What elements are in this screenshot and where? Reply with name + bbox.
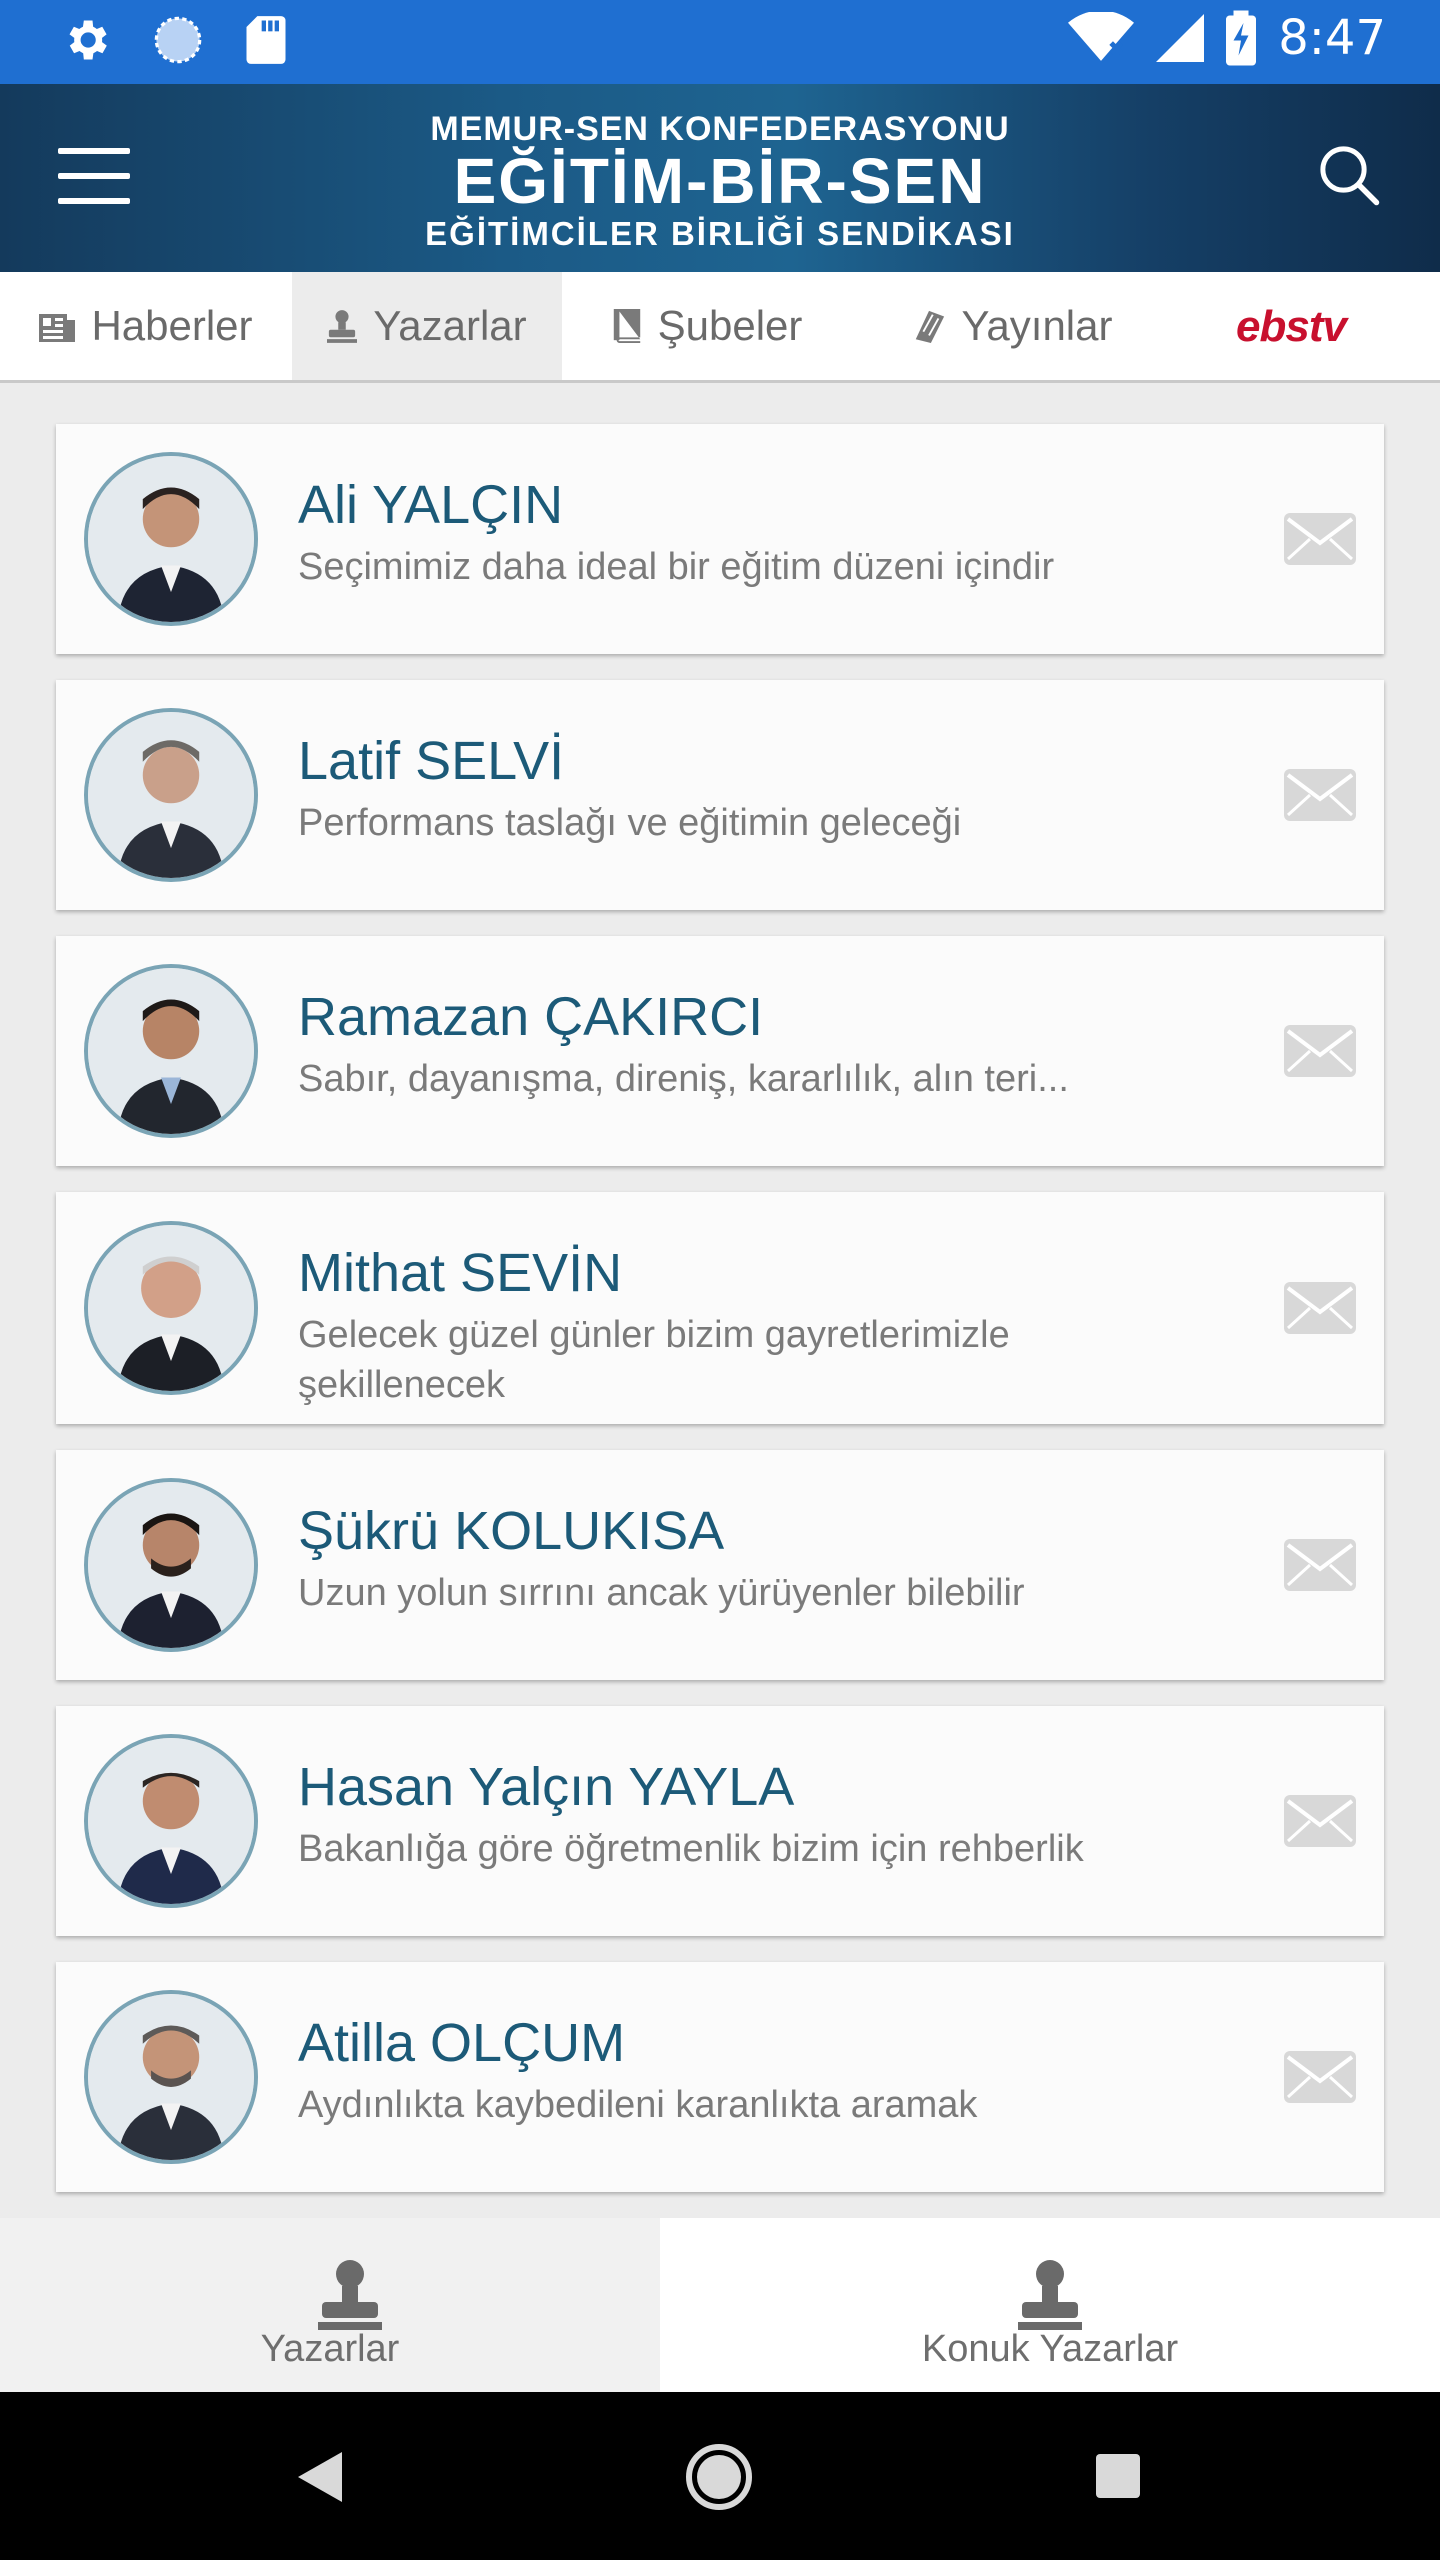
back-icon[interactable]	[298, 2452, 342, 2502]
battery-charging-icon	[1226, 10, 1257, 66]
brand-logo: MEMUR-SEN KONFEDERASYONU EĞİTİM-BİR-SEN …	[0, 110, 1440, 254]
author-card[interactable]: Ramazan ÇAKIRCI Sabır, dayanışma, direni…	[56, 936, 1384, 1166]
author-card[interactable]: Hasan Yalçın YAYLA Bakanlığa göre öğretm…	[56, 1706, 1384, 1936]
author-name: Mithat SEVİN	[298, 1243, 623, 1303]
tab-label-yayinlar: Yayınlar	[961, 302, 1113, 349]
envelope-icon[interactable]	[1284, 769, 1356, 821]
tab-label-haberler: Haberler	[91, 302, 253, 349]
brand-line-3: EĞİTİMCİLER BİRLİĞİ SENDİKASI	[425, 215, 1015, 252]
author-name: Atilla OLÇUM	[298, 2013, 626, 2073]
author-avatar	[84, 964, 258, 1138]
envelope-icon[interactable]	[1284, 2051, 1356, 2103]
author-quote: Seçimimiz daha ideal bir eğitim düzeni i…	[298, 546, 1055, 588]
author-avatar	[84, 1221, 258, 1395]
status-bar: 8:47	[0, 0, 1440, 84]
author-quote: Aydınlıkta kaybedileni karanlıkta aramak	[298, 2084, 978, 2126]
author-quote: Bakanlığa göre öğretmenlik bizim için re…	[298, 1828, 1084, 1870]
author-list: Ali YALÇIN Seçimimiz daha ideal bir eğit…	[56, 424, 1384, 2218]
tab-label-yazarlar: Yazarlar	[373, 302, 527, 349]
author-avatar	[84, 1478, 258, 1652]
envelope-icon[interactable]	[1284, 513, 1356, 565]
author-quote: Uzun yolun sırrını ancak yürüyenler bile…	[298, 1572, 1025, 1614]
tab-subeler[interactable]: Şubeler	[562, 272, 852, 380]
author-avatar	[84, 1990, 258, 2164]
author-name: Hasan Yalçın YAYLA	[298, 1757, 795, 1817]
author-card[interactable]: Atilla OLÇUM Aydınlıkta kaybedileni kara…	[56, 1962, 1384, 2192]
person-stamp-icon	[1018, 2260, 1082, 2330]
author-quote: Performans taslağı ve eğitimin geleceği	[298, 802, 962, 844]
search-icon[interactable]	[1316, 142, 1382, 208]
bottom-tab-label: Konuk Yazarlar	[921, 2328, 1179, 2370]
author-avatar	[84, 452, 258, 626]
person-stamp-icon	[327, 310, 358, 343]
tab-yazarlar[interactable]: Yazarlar	[292, 272, 562, 380]
tab-yayinlar[interactable]: Yayınlar	[852, 272, 1172, 380]
author-card[interactable]: Latif SELVİ Performans taslağı ve eğitim…	[56, 680, 1384, 910]
bottom-tab-label: Yazarlar	[260, 2328, 400, 2370]
author-name: Latif SELVİ	[298, 731, 565, 791]
bottom-tab-konuk-yazarlar[interactable]: Konuk Yazarlar	[660, 2218, 1440, 2392]
author-name: Ali YALÇIN	[298, 475, 564, 535]
bottom-tab-yazarlar[interactable]: Yazarlar	[0, 2218, 660, 2392]
author-avatar	[84, 1734, 258, 1908]
clock: 8:47	[1278, 10, 1386, 66]
author-card[interactable]: Mithat SEVİN Gelecek güzel günler bizim …	[56, 1192, 1384, 1424]
person-stamp-icon	[318, 2260, 382, 2330]
tab-label-subeler: Şubeler	[657, 302, 803, 349]
home-icon[interactable]	[686, 2444, 752, 2510]
author-card[interactable]: Şükrü KOLUKISA Uzun yolun sırrını ancak …	[56, 1450, 1384, 1680]
recents-icon[interactable]	[1096, 2454, 1140, 2498]
author-name: Ramazan ÇAKIRCI	[298, 987, 764, 1047]
app-header: MEMUR-SEN KONFEDERASYONU EĞİTİM-BİR-SEN …	[0, 84, 1440, 272]
tab-haberler[interactable]: Haberler	[0, 272, 292, 380]
cell-signal-icon	[1156, 14, 1205, 62]
top-tab-bar: Haberler Yazarlar Şubeler Yayınlar ebstv	[0, 272, 1440, 383]
ebs-tv-label: ebstv	[1236, 302, 1347, 351]
wifi-icon	[1068, 12, 1135, 61]
envelope-icon[interactable]	[1284, 1795, 1356, 1847]
author-avatar	[84, 708, 258, 882]
envelope-icon[interactable]	[1284, 1539, 1356, 1591]
envelope-icon[interactable]	[1284, 1282, 1356, 1334]
newspaper-icon	[39, 314, 76, 342]
author-name: Şükrü KOLUKISA	[298, 1501, 725, 1561]
author-card[interactable]: Ali YALÇIN Seçimimiz daha ideal bir eğit…	[56, 424, 1384, 654]
bottom-tab-bar: Yazarlar Konuk Yazarlar	[0, 2218, 1440, 2392]
sd-card-icon	[246, 16, 286, 64]
brand-line-1: MEMUR-SEN KONFEDERASYONU	[430, 110, 1010, 148]
book-icon	[613, 309, 640, 343]
ebs-tv-logo[interactable]: ebstv	[1236, 302, 1347, 352]
brand-line-2: EĞİTİM-BİR-SEN	[453, 145, 987, 217]
author-quote: Gelecek güzel günler bizim gayretlerimiz…	[298, 1314, 1010, 1406]
author-quote: Sabır, dayanışma, direniş, kararlılık, a…	[298, 1058, 1069, 1100]
tag-icon	[915, 310, 944, 343]
envelope-icon[interactable]	[1284, 1025, 1356, 1077]
sync-circle-icon	[154, 16, 202, 64]
settings-gear-icon	[69, 20, 107, 60]
system-nav-bar	[0, 2392, 1440, 2560]
